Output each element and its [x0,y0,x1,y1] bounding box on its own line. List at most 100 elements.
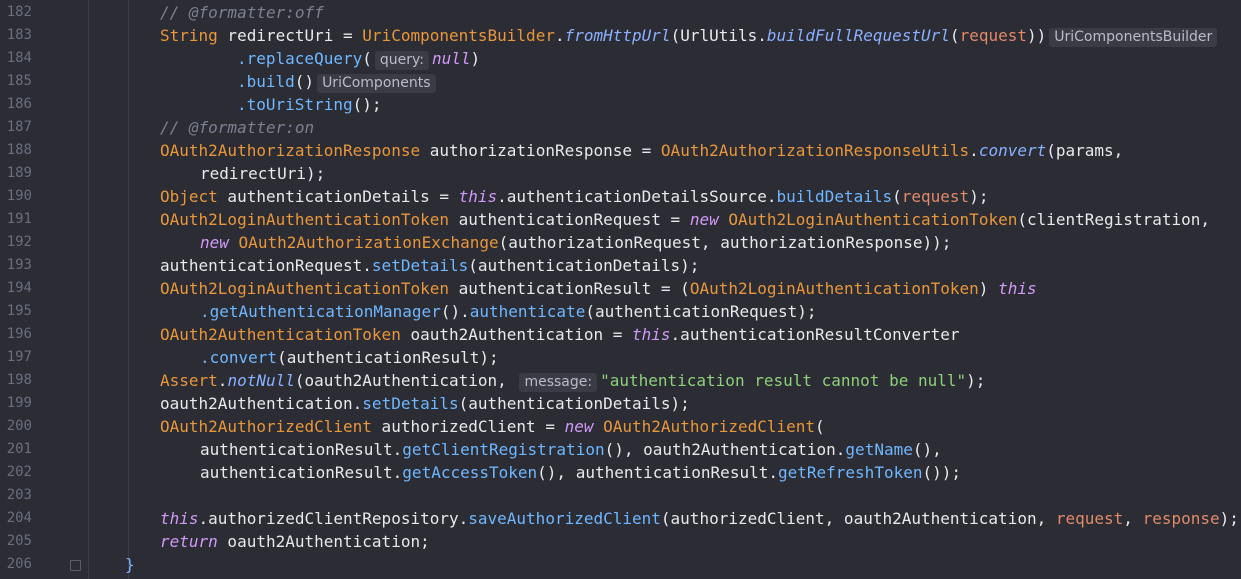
inlay-hint: UriComponents [317,74,436,93]
inlay-hint: message: [519,373,598,392]
code-token: setDetails [362,394,459,413]
code-token: "authentication result cannot be null" [600,371,967,390]
code-token: (authorizedClient, oauth2Authentication, [660,509,1056,528]
code-line[interactable]: .convert(authenticationResult); [200,346,1241,369]
code-line[interactable]: Object authenticationDetails = this.auth… [160,185,1241,208]
code-token: OAuth2AuthenticationToken [160,325,401,344]
code-token: (authenticationDetails); [468,256,700,275]
code-token: (params, [1046,141,1124,160]
code-area[interactable]: // @formatter:off String redirectUri = Ur… [0,0,1241,579]
code-token: redirectUri); [200,164,326,183]
code-token: authenticationResult. [200,440,403,459]
code-token: .replaceQuery [237,49,363,68]
code-line[interactable]: OAuth2AuthorizedClient authorizedClient … [160,415,1241,438]
code-token: ) [978,279,999,298]
code-token: .build [237,72,295,91]
code-line[interactable]: Assert.notNull(oauth2Authentication, mes… [160,369,1241,392]
code-token: OAuth2LoginAuthenticationToken [160,279,449,298]
code-line[interactable]: .toUriString(); [237,93,1241,116]
code-token: .convert [200,348,278,367]
code-line[interactable]: authenticationResult.getAccessToken(), a… [200,461,1241,484]
code-token: authenticationRequest = [448,210,690,229]
inlay-hint: query: [374,51,429,70]
code-token: convert [978,141,1047,160]
code-editor[interactable]: 182 183 184 185 186 187 188 189 190 191 192 193 194 1… [0,0,1241,579]
code-token: authenticationRequest. [160,256,372,275]
code-token: (), authenticationResult. [537,463,778,482]
code-line[interactable]: authenticationRequest.setDetails(authent… [160,254,1241,277]
code-token: (), [912,440,942,459]
code-token: request [901,187,970,206]
code-line[interactable]: authenticationResult.getClientRegistrati… [200,438,1241,461]
code-token: (authorizationRequest, authorizationResp… [498,233,952,252]
code-token: Object [160,187,218,206]
code-line[interactable]: OAuth2LoginAuthenticationToken authentic… [160,208,1241,231]
code-token: ); [1219,509,1239,528]
code-token: request [1055,509,1124,528]
code-token: authorizationResponse = [420,141,661,160]
inlay-hint: UriComponentsBuilder [1049,28,1218,47]
code-token: (UrlUtils. [670,26,767,45]
code-token: )) [1027,26,1047,45]
code-token: OAuth2LoginAuthenticationToken [689,279,979,298]
code-line[interactable]: OAuth2AuthorizationResponse authorizatio… [160,139,1241,162]
code-token: () [294,72,315,91]
code-token: (). [440,302,470,321]
code-token: ( [949,26,960,45]
code-line[interactable]: OAuth2LoginAuthenticationToken authentic… [160,277,1241,300]
code-token: getClientRegistration [402,440,605,459]
code-token: OAuth2AuthorizedClient [603,417,816,436]
code-token: OAuth2AuthorizationResponse [160,141,421,160]
code-token: null [432,49,471,68]
code-line[interactable]: redirectUri); [200,162,1241,185]
code-line[interactable]: this.authorizedClientRepository.saveAuth… [160,507,1241,530]
code-token: oauth2Authentication = [400,325,633,344]
code-token: . [217,371,228,390]
code-token: new [564,417,594,436]
code-token: new [200,233,229,252]
code-token: } [125,555,135,574]
code-token: authorizedClient = [371,417,565,436]
code-line[interactable]: oauth2Authentication.setDetails(authenti… [160,392,1241,415]
code-line[interactable]: OAuth2AuthenticationToken oauth2Authenti… [160,323,1241,346]
code-token: // @formatter:on [160,118,315,137]
code-line[interactable]: // @formatter:off [160,1,1241,24]
code-token: OAuth2AuthorizationExchange [238,233,499,252]
code-token: (authenticationDetails); [458,394,690,413]
code-token: . [969,141,979,160]
code-token: this [458,187,498,206]
code-line[interactable]: String redirectUri = UriComponentsBuilde… [160,24,1241,47]
code-line[interactable] [80,484,1241,507]
code-token: (), oauth2Authentication. [604,440,846,459]
code-line[interactable]: .build() UriComponents [237,70,1241,93]
code-line[interactable]: // @formatter:on [160,116,1241,139]
code-line[interactable]: new OAuth2AuthorizationExchange(authoriz… [200,231,1241,254]
code-token: authenticate [469,302,586,321]
code-token: OAuth2AuthorizationResponseUtils [660,141,970,160]
code-line[interactable]: .getAuthenticationManager().authenticate… [200,300,1241,323]
code-token: UriComponentsBuilder [362,26,555,45]
code-token: .toUriString [237,95,353,114]
code-token: , [1123,509,1143,528]
code-line[interactable]: .replaceQuery(query: null) [237,47,1241,70]
code-token: this [998,279,1037,298]
code-line[interactable]: } [125,553,1241,576]
code-token: (authenticationResult); [277,348,499,367]
code-token: ( [362,49,372,68]
code-token: (oauth2Authentication, [294,371,517,390]
code-token: .authenticationDetailsSource. [497,187,777,206]
code-token: this [160,509,199,528]
code-token: .authorizedClientRepository. [198,509,469,528]
code-token: request [959,26,1027,45]
code-token: buildDetails [776,187,893,206]
code-token: ( [892,187,902,206]
code-token: fromHttpUrl [564,26,671,45]
code-token: this [632,325,671,344]
code-token: return [160,532,218,551]
code-token: oauth2Authentication. [160,394,363,413]
code-token: OAuth2LoginAuthenticationToken [160,210,449,229]
code-token: getAccessToken [402,463,538,482]
code-token: ) [470,49,481,68]
code-token: new [689,210,719,229]
code-line[interactable]: return oauth2Authentication; [160,530,1241,553]
